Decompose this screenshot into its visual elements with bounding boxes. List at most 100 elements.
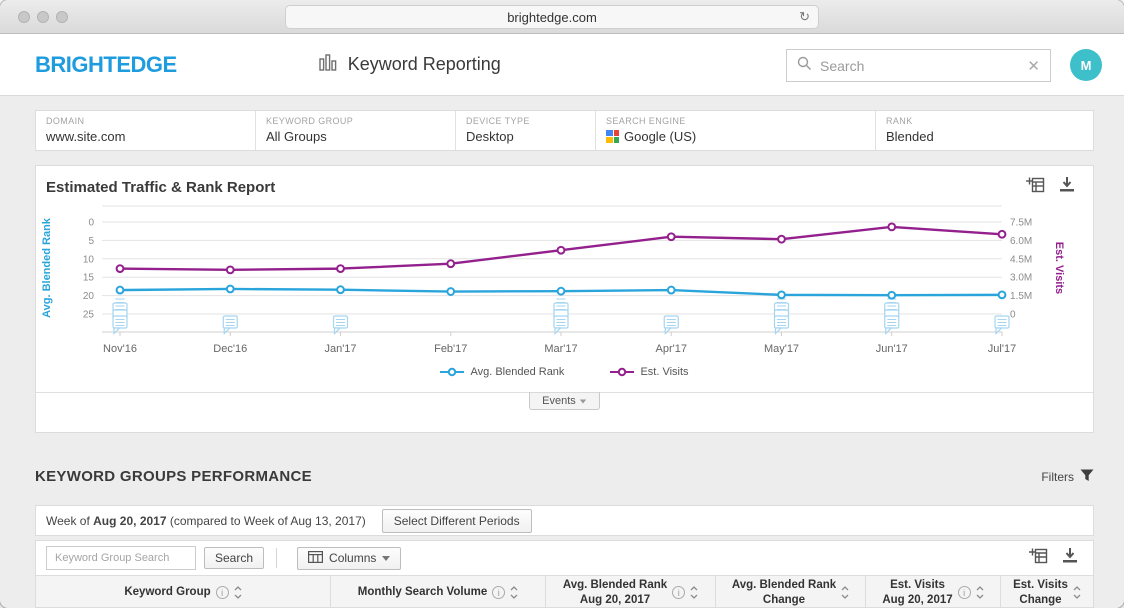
period-selector-bar: Week of Aug 20, 2017 (compared to Week o… — [35, 505, 1094, 536]
chevron-down-icon — [382, 556, 390, 561]
svg-text:Nov'16: Nov'16 — [103, 343, 137, 355]
columns-button[interactable]: Columns — [297, 547, 401, 570]
bar-chart-icon — [319, 53, 338, 76]
address-bar[interactable]: brightedge.com ↻ — [285, 5, 819, 29]
chart-legend: Avg. Blended Rank Est. Visits — [36, 366, 1093, 378]
sort-icon[interactable] — [510, 585, 518, 600]
download-icon[interactable] — [1062, 548, 1078, 569]
event-marker-icon[interactable] — [113, 299, 127, 334]
column-header-avg-blended-rank[interactable]: Avg. Blended RankAug 20, 2017i — [546, 576, 716, 608]
select-different-periods-button[interactable]: Select Different Periods — [382, 509, 532, 533]
brightedge-logo[interactable]: BRIGHTEDGE — [35, 52, 177, 78]
legend-item[interactable]: Avg. Blended Rank — [440, 366, 564, 378]
event-marker-icon[interactable] — [885, 299, 899, 334]
current-week: Aug 20, 2017 — [93, 514, 166, 528]
info-icon[interactable]: i — [958, 586, 971, 599]
svg-text:Jan'17: Jan'17 — [324, 343, 356, 355]
filter-search-engine[interactable]: SEARCH ENGINE Google (US) — [596, 111, 876, 150]
svg-text:Mar'17: Mar'17 — [544, 343, 577, 355]
event-marker-icon[interactable] — [334, 316, 348, 334]
info-icon[interactable]: i — [492, 586, 505, 599]
event-marker-icon[interactable] — [664, 316, 678, 334]
column-header-est-visits[interactable]: Est. VisitsChange — [1001, 576, 1093, 608]
svg-text:Apr'17: Apr'17 — [656, 343, 687, 355]
browser-chrome: brightedge.com ↻ — [0, 0, 1124, 34]
legend-item[interactable]: Est. Visits — [610, 366, 688, 378]
svg-text:May'17: May'17 — [764, 343, 799, 355]
window-controls[interactable] — [18, 11, 68, 23]
keyword-group-search-button[interactable]: Search — [204, 547, 264, 569]
svg-text:0: 0 — [88, 218, 94, 229]
svg-text:25: 25 — [83, 310, 95, 321]
filter-label: RANK — [886, 116, 1093, 126]
info-icon[interactable]: i — [216, 586, 229, 599]
search-input[interactable] — [820, 58, 1027, 74]
sort-icon[interactable] — [1073, 585, 1081, 600]
sort-icon[interactable] — [690, 585, 698, 600]
column-header-monthly-search-volume[interactable]: Monthly Search Volumei — [331, 576, 546, 608]
traffic-rank-chart[interactable]: 07.5M56.0M104.5M153.0M201.5M250Avg. Blen… — [36, 200, 1093, 360]
sort-icon[interactable] — [841, 585, 849, 600]
period-text: Week of Aug 20, 2017 (compared to Week o… — [46, 514, 366, 528]
filter-device-type[interactable]: DEVICE TYPE Desktop — [456, 111, 596, 150]
column-header-avg-blended-rank[interactable]: Avg. Blended RankChange — [716, 576, 866, 608]
sort-icon[interactable] — [234, 585, 242, 600]
clear-search-icon[interactable]: ✕ — [1027, 57, 1040, 75]
close-window-icon[interactable] — [18, 11, 30, 23]
svg-text:0: 0 — [1010, 310, 1016, 321]
filter-bar: DOMAINwww.site.comKEYWORD GROUPAll Group… — [35, 110, 1094, 151]
filter-rank[interactable]: RANKBlended — [876, 111, 1093, 150]
url-text[interactable]: brightedge.com — [507, 10, 597, 25]
svg-text:15: 15 — [83, 273, 95, 284]
svg-text:Feb'17: Feb'17 — [434, 343, 467, 355]
page-title: Keyword Reporting — [348, 54, 501, 75]
svg-text:3.0M: 3.0M — [1010, 273, 1032, 284]
add-to-dashboard-icon[interactable] — [1026, 177, 1045, 198]
keyword-group-search-input[interactable] — [46, 546, 196, 570]
svg-text:Est. Visits: Est. Visits — [1053, 242, 1065, 294]
svg-text:5: 5 — [88, 236, 94, 247]
filter-label: DEVICE TYPE — [466, 116, 595, 126]
chevron-down-icon — [580, 400, 586, 404]
performance-section-title: KEYWORD GROUPS PERFORMANCE — [35, 468, 312, 485]
add-to-dashboard-icon[interactable] — [1029, 548, 1048, 569]
keyword-groups-table-card: Search Columns — [35, 540, 1094, 608]
search-icon — [797, 56, 812, 76]
event-marker-icon[interactable] — [223, 316, 237, 334]
info-icon[interactable]: i — [672, 586, 685, 599]
filter-keyword-group[interactable]: KEYWORD GROUPAll Groups — [256, 111, 456, 150]
zoom-window-icon[interactable] — [56, 11, 68, 23]
filter-label: SEARCH ENGINE — [606, 116, 875, 126]
svg-text:Dec'16: Dec'16 — [213, 343, 247, 355]
column-header-keyword-group[interactable]: Keyword Groupi — [36, 576, 331, 608]
filter-value: Google (US) — [606, 129, 875, 144]
svg-text:1.5M: 1.5M — [1010, 291, 1032, 302]
filter-value: Desktop — [466, 129, 595, 144]
filter-domain[interactable]: DOMAINwww.site.com — [36, 111, 256, 150]
refresh-icon[interactable]: ↻ — [799, 9, 810, 25]
svg-text:7.5M: 7.5M — [1010, 218, 1032, 229]
funnel-icon — [1080, 469, 1094, 485]
sort-icon[interactable] — [976, 585, 984, 600]
column-header-est-visits[interactable]: Est. VisitsAug 20, 2017i — [866, 576, 1001, 608]
event-marker-icon[interactable] — [554, 299, 568, 334]
event-marker-icon[interactable] — [775, 299, 789, 334]
svg-text:10: 10 — [83, 254, 95, 265]
global-search-box[interactable]: ✕ — [786, 49, 1051, 82]
google-icon — [606, 130, 619, 143]
user-avatar[interactable]: M — [1070, 49, 1102, 81]
download-icon[interactable] — [1059, 177, 1075, 198]
svg-text:20: 20 — [83, 291, 95, 302]
svg-text:Avg. Blended Rank: Avg. Blended Rank — [41, 217, 53, 318]
event-marker-icon[interactable] — [995, 316, 1009, 334]
events-dropdown-button[interactable]: Events — [529, 392, 600, 410]
svg-text:6.0M: 6.0M — [1010, 236, 1032, 247]
legend-marker-icon — [610, 367, 634, 377]
divider — [276, 548, 277, 568]
filters-button[interactable]: Filters — [1041, 469, 1094, 485]
filter-value: All Groups — [266, 129, 455, 144]
app-header: BRIGHTEDGE Keyword Reporting ✕ M — [0, 34, 1124, 96]
traffic-rank-report-card: Estimated Traffic & Rank Report 07.5M56.… — [35, 165, 1094, 433]
columns-grid-icon — [308, 551, 323, 566]
minimize-window-icon[interactable] — [37, 11, 49, 23]
